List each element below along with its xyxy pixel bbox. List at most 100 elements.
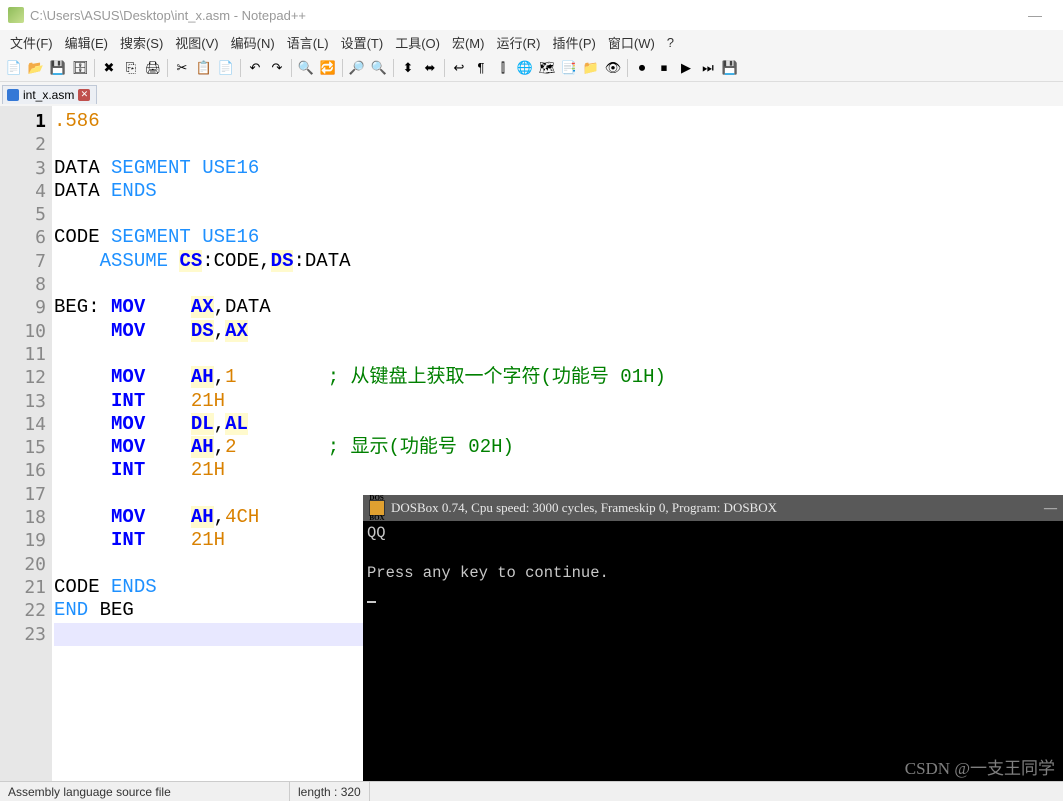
indent-guide-icon[interactable]: ⫿ bbox=[493, 58, 513, 78]
line-number: 22 bbox=[0, 599, 46, 622]
paste-icon[interactable]: 📄 bbox=[216, 58, 236, 78]
close-icon[interactable]: ✖ bbox=[99, 58, 119, 78]
code-line[interactable]: MOV DS,AX bbox=[54, 320, 1063, 343]
menu-item[interactable]: 插件(P) bbox=[547, 31, 602, 54]
code-line[interactable]: BEG: MOV AX,DATA bbox=[54, 296, 1063, 319]
code-line[interactable] bbox=[54, 133, 1063, 156]
copy-icon[interactable]: 📋 bbox=[194, 58, 214, 78]
open-file-icon[interactable]: 📂 bbox=[26, 58, 46, 78]
line-number: 3 bbox=[0, 157, 46, 180]
menu-item[interactable]: 运行(R) bbox=[490, 31, 546, 54]
new-file-icon[interactable]: 📄 bbox=[4, 58, 24, 78]
menu-item[interactable]: 窗口(W) bbox=[602, 31, 661, 54]
zoom-in-icon[interactable]: 🔎 bbox=[347, 58, 367, 78]
line-number: 14 bbox=[0, 413, 46, 436]
line-number: 6 bbox=[0, 226, 46, 249]
line-number: 1 bbox=[0, 110, 46, 133]
tab-close-icon[interactable]: ✕ bbox=[78, 89, 90, 101]
line-number: 18 bbox=[0, 506, 46, 529]
code-line[interactable]: DATA ENDS bbox=[54, 180, 1063, 203]
dosbox-output[interactable]: QQ Press any key to continue. bbox=[363, 521, 1063, 605]
redo-icon[interactable]: ↷ bbox=[267, 58, 287, 78]
sync-h-icon[interactable]: ⬌ bbox=[420, 58, 440, 78]
menu-item[interactable]: ? bbox=[661, 33, 680, 52]
file-status-icon bbox=[7, 89, 19, 101]
line-number: 12 bbox=[0, 366, 46, 389]
line-number: 10 bbox=[0, 320, 46, 343]
func-list-icon[interactable]: 📑 bbox=[559, 58, 579, 78]
show-all-icon[interactable]: ¶ bbox=[471, 58, 491, 78]
menu-item[interactable]: 搜索(S) bbox=[114, 31, 169, 54]
save-all-icon[interactable]: 🗄 bbox=[70, 58, 90, 78]
menu-bar: 文件(F)编辑(E)搜索(S)视图(V)编码(N)语言(L)设置(T)工具(O)… bbox=[0, 30, 1063, 54]
lang-icon[interactable]: 🌐 bbox=[515, 58, 535, 78]
menu-item[interactable]: 视图(V) bbox=[169, 31, 224, 54]
code-line[interactable]: DATA SEGMENT USE16 bbox=[54, 157, 1063, 180]
line-number: 7 bbox=[0, 250, 46, 273]
code-line[interactable]: MOV AH,2 ; 显示(功能号 02H) bbox=[54, 436, 1063, 459]
save-icon[interactable]: 💾 bbox=[48, 58, 68, 78]
menu-item[interactable]: 编辑(E) bbox=[59, 31, 114, 54]
print-icon[interactable]: 🖨 bbox=[143, 58, 163, 78]
dosbox-cursor bbox=[367, 601, 376, 603]
monitor-icon[interactable]: 👁 bbox=[603, 58, 623, 78]
status-length: length : 320 bbox=[290, 782, 370, 801]
menu-item[interactable]: 编码(N) bbox=[225, 31, 281, 54]
record-icon[interactable]: ⏺ bbox=[632, 58, 652, 78]
line-number: 4 bbox=[0, 180, 46, 203]
dosbox-icon: DOSBOX bbox=[369, 500, 385, 516]
menu-item[interactable]: 语言(L) bbox=[281, 31, 335, 54]
find-icon[interactable]: 🔍 bbox=[296, 58, 316, 78]
minimize-button[interactable]: — bbox=[1015, 7, 1055, 23]
line-number: 21 bbox=[0, 576, 46, 599]
undo-icon[interactable]: ↶ bbox=[245, 58, 265, 78]
code-line[interactable]: INT 21H bbox=[54, 459, 1063, 482]
dosbox-title-text: DOSBox 0.74, Cpu speed: 3000 cycles, Fra… bbox=[391, 498, 777, 518]
code-line[interactable]: .586 bbox=[54, 110, 1063, 133]
dosbox-title-bar[interactable]: DOSBOX DOSBox 0.74, Cpu speed: 3000 cycl… bbox=[363, 495, 1063, 521]
wrap-icon[interactable]: ↩ bbox=[449, 58, 469, 78]
tab-bar: int_x.asm ✕ bbox=[0, 82, 1063, 106]
close-all-icon[interactable]: ⎘ bbox=[121, 58, 141, 78]
window-title: C:\Users\ASUS\Desktop\int_x.asm - Notepa… bbox=[30, 8, 306, 23]
save-macro-icon[interactable]: 💾 bbox=[720, 58, 740, 78]
title-bar: C:\Users\ASUS\Desktop\int_x.asm - Notepa… bbox=[0, 0, 1063, 30]
menu-item[interactable]: 工具(O) bbox=[389, 31, 446, 54]
watermark: CSDN @一支王同学 bbox=[905, 754, 1055, 779]
app-icon bbox=[8, 7, 24, 23]
code-line[interactable] bbox=[54, 273, 1063, 296]
line-number: 17 bbox=[0, 483, 46, 506]
toolbar: 📄 📂 💾 🗄 ✖ ⎘ 🖨 ✂ 📋 📄 ↶ ↷ 🔍 🔁 🔎 🔍 ⬍ ⬌ ↩ ¶ … bbox=[0, 54, 1063, 82]
replace-icon[interactable]: 🔁 bbox=[318, 58, 338, 78]
zoom-out-icon[interactable]: 🔍 bbox=[369, 58, 389, 78]
play-icon[interactable]: ▶ bbox=[676, 58, 696, 78]
stop-icon[interactable]: ⏹ bbox=[654, 58, 674, 78]
line-gutter: 1234567891011121314151617181920212223 bbox=[0, 106, 52, 782]
code-line[interactable]: CODE SEGMENT USE16 bbox=[54, 226, 1063, 249]
line-number: 5 bbox=[0, 203, 46, 226]
code-line[interactable]: MOV DL,AL bbox=[54, 413, 1063, 436]
cut-icon[interactable]: ✂ bbox=[172, 58, 192, 78]
status-bar: Assembly language source file length : 3… bbox=[0, 781, 1063, 801]
folder-icon[interactable]: 📁 bbox=[581, 58, 601, 78]
file-tab[interactable]: int_x.asm ✕ bbox=[2, 85, 97, 104]
play-multi-icon[interactable]: ⏭ bbox=[698, 58, 718, 78]
code-line[interactable]: INT 21H bbox=[54, 390, 1063, 413]
menu-item[interactable]: 设置(T) bbox=[335, 31, 390, 54]
line-number: 16 bbox=[0, 459, 46, 482]
code-line[interactable] bbox=[54, 203, 1063, 226]
code-line[interactable]: MOV AH,1 ; 从键盘上获取一个字符(功能号 01H) bbox=[54, 366, 1063, 389]
doc-map-icon[interactable]: 🗺 bbox=[537, 58, 557, 78]
code-line[interactable] bbox=[54, 343, 1063, 366]
line-number: 15 bbox=[0, 436, 46, 459]
line-number: 19 bbox=[0, 529, 46, 552]
menu-item[interactable]: 文件(F) bbox=[4, 31, 59, 54]
tab-label: int_x.asm bbox=[23, 88, 74, 102]
code-line[interactable]: ASSUME CS:CODE,DS:DATA bbox=[54, 250, 1063, 273]
line-number: 8 bbox=[0, 273, 46, 296]
menu-item[interactable]: 宏(M) bbox=[446, 31, 491, 54]
line-number: 9 bbox=[0, 296, 46, 319]
line-number: 2 bbox=[0, 133, 46, 156]
dosbox-minimize-button[interactable]: — bbox=[1044, 498, 1057, 518]
sync-v-icon[interactable]: ⬍ bbox=[398, 58, 418, 78]
